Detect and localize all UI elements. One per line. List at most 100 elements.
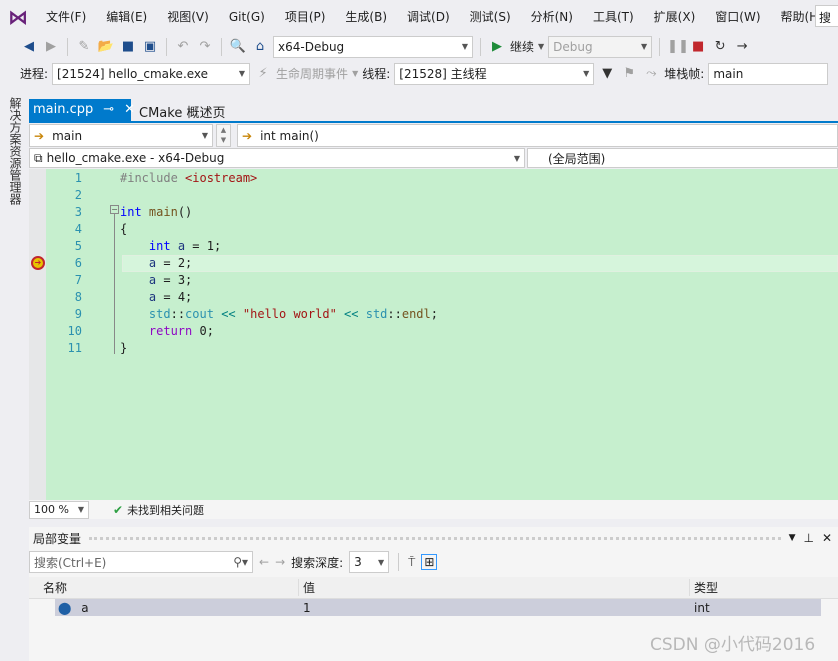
thread-value: [21528] 主线程 [399,67,487,81]
collapse-icon[interactable]: − [110,205,119,214]
show-next-statement-icon[interactable]: → [733,39,751,54]
search-depth-select[interactable]: 3 ▼ [349,551,390,573]
thread-select[interactable]: [21528] 主线程 ▼ [394,62,595,85]
restart-icon[interactable]: ↻ [711,39,729,54]
menu-edit[interactable]: 编辑(E) [96,8,157,25]
menu-tools[interactable]: 工具(T) [583,8,644,25]
locals-table-header: 名称 值 类型 [29,577,838,599]
pin-icon[interactable]: ⊥ [803,531,813,545]
nav-updown[interactable]: ▲ ▼ [216,124,231,147]
global-scope-select[interactable]: (全局范围) [527,148,838,168]
pause-icon[interactable]: ❚❚ [667,39,689,54]
debug-location-toolbar: 进程: [21524] hello_cmake.exe ▼ ⚡ 生命周期事件 ▼ … [0,60,838,87]
issues-status[interactable]: 未找到相关问题 [127,502,204,518]
continue-icon[interactable]: ▶ [488,39,506,54]
menu-view[interactable]: 视图(V) [157,8,219,25]
filter-icon[interactable]: ▼ [598,66,616,81]
menu-debug[interactable]: 调试(D) [397,8,460,25]
save-all-icon[interactable]: ▣ [141,39,159,54]
column-value[interactable]: 值 [299,579,690,596]
search-placeholder: 搜索(Ctrl+E) [34,555,107,570]
menu-git[interactable]: Git(G) [219,10,275,24]
document-tabs: main.cpp ⊸ ✕ CMake 概述页 [29,99,233,121]
breakpoint-gutter[interactable] [29,169,46,500]
column-name[interactable]: 名称 [29,579,299,596]
arrow-icon: ➔ [34,128,45,143]
code-text[interactable]: #include <iostream> int main() { int a =… [120,170,438,357]
solution-explorer-tab[interactable]: 解决方案资源管理器 [7,97,24,205]
member-value: int main() [260,128,319,143]
locals-search-input[interactable]: 搜索(Ctrl+E) ⚲▾ [29,551,253,573]
locals-header: 局部变量 ▼ ⊥ ✕ [29,527,838,549]
back-icon[interactable]: ◀ [20,39,38,54]
menu-file[interactable]: 文件(F) [36,8,96,25]
dropdown-icon[interactable]: ▼ [789,533,796,543]
line-number: 2 [74,188,82,202]
pin-icon[interactable]: ⊸ [103,102,114,118]
arrow-icon: ➔ [242,128,253,143]
locals-title: 局部变量 [33,531,82,546]
process-select[interactable]: [21524] hello_cmake.exe ▼ [52,62,251,85]
platform-select[interactable]: Debug ▼ [548,35,653,58]
line-number: 1 [74,171,82,185]
stack-frame-select[interactable]: main [708,62,829,85]
menu-test[interactable]: 测试(S) [460,8,521,25]
process-value: [21524] hello_cmake.exe [57,66,209,81]
new-item-icon[interactable]: ✎ [75,39,93,54]
vs-logo-icon: ⋈ [8,4,28,29]
save-icon[interactable]: ■ [119,39,137,54]
scope-select[interactable]: ➔ main ▼ [29,124,213,147]
home-icon[interactable]: ⌂ [251,39,269,54]
close-icon[interactable]: ✕ [822,531,832,545]
stack-frame-label: 堆栈帧: [664,67,705,81]
depth-value: 3 [354,555,362,569]
show-flagged-icon[interactable]: ⤳ [642,66,660,81]
scope-value: main [52,128,83,143]
platform-value: Debug [553,39,593,54]
process-label: 进程: [20,67,49,81]
lifecycle-icon[interactable]: ⚡ [254,66,272,81]
menu-analyze[interactable]: 分析(N) [521,8,583,25]
line-number: 4 [74,222,82,236]
menu-build[interactable]: 生成(B) [335,8,397,25]
open-folder-icon[interactable]: 📂 [97,39,115,54]
menu-extensions[interactable]: 扩展(X) [644,8,706,25]
project-select[interactable]: ⧉ hello_cmake.exe - x64-Debug ▼ [29,148,525,168]
tab-main-cpp[interactable]: main.cpp ⊸ ✕ [29,99,135,121]
menu-window[interactable]: 窗口(W) [705,8,770,25]
zoom-select[interactable]: 100 % ▼ [29,500,89,519]
line-number: 3 [74,205,82,219]
search-input[interactable]: 搜 [815,5,838,27]
tab-cmake-overview[interactable]: CMake 概述页 [131,99,233,121]
locals-row[interactable]: ⬤ a 1 int [55,599,821,616]
config-value: x64-Debug [278,39,345,54]
menu-project[interactable]: 项目(P) [275,8,336,25]
stop-icon[interactable]: ■ [689,39,707,54]
line-number: 9 [74,307,82,321]
find-in-files-icon[interactable]: 🔍 [229,39,247,54]
hex-display-icon[interactable]: ⊞ [421,554,438,570]
redo-icon[interactable]: ↷ [196,39,214,54]
editor-status-bar: 100 % ▼ ✔ 未找到相关问题 [29,500,838,519]
solution-explorer-sidebar[interactable]: 解决方案资源管理器 [0,95,28,661]
flag-icon[interactable]: ⚑ [620,66,638,81]
thread-label: 线程: [362,67,391,81]
line-number: 5 [74,239,82,253]
project-value: hello_cmake.exe - x64-Debug [46,151,225,165]
pin-filter-icon[interactable]: ⍑ [408,555,415,570]
forward-icon[interactable]: ▶ [42,39,60,54]
search-forward-icon[interactable]: → [275,555,285,569]
column-type[interactable]: 类型 [690,579,718,596]
line-number: 7 [74,273,82,287]
continue-button[interactable]: 继续 [510,38,534,55]
lifecycle-events-button[interactable]: 生命周期事件 [276,65,348,82]
member-select[interactable]: ➔ int main() [237,124,838,147]
stack-frame-value: main [713,66,744,81]
config-select[interactable]: x64-Debug ▼ [273,35,473,58]
instruction-pointer-icon: ➔ [31,256,45,270]
variable-type: int [694,600,710,615]
search-back-icon[interactable]: ← [259,555,269,569]
watermark: CSDN @小代码2016 [650,635,816,655]
undo-icon[interactable]: ↶ [174,39,192,54]
variable-value[interactable]: 1 [299,601,690,615]
